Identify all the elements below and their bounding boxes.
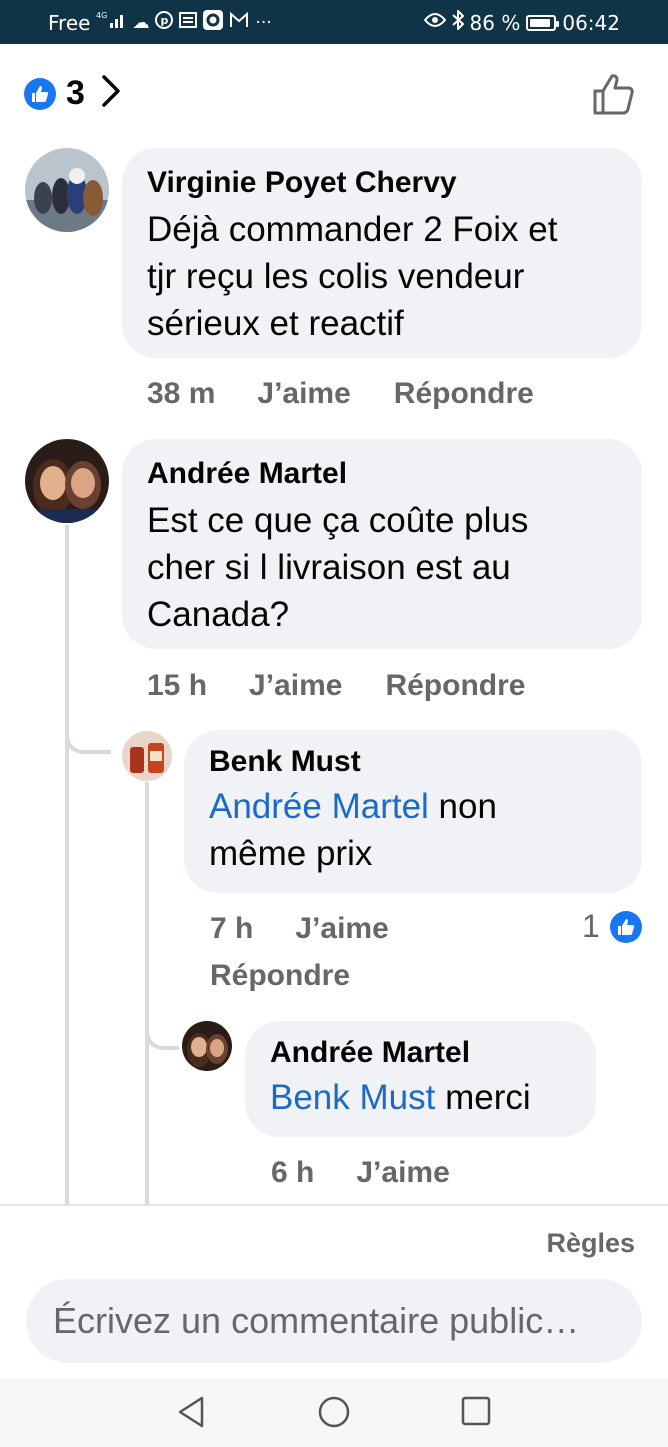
chevron-right-icon[interactable] — [101, 74, 121, 113]
back-icon[interactable] — [176, 1395, 206, 1434]
system-nav-bar — [0, 1378, 668, 1447]
rules-link[interactable]: Règles — [546, 1228, 635, 1259]
comment-input[interactable] — [51, 1299, 625, 1343]
mention-link[interactable]: Benk Must — [270, 1078, 435, 1117]
svg-text:4G: 4G — [96, 11, 107, 20]
clock: 06:42 — [562, 11, 620, 35]
comment-actions: 6 h J’aime — [271, 1156, 450, 1190]
eye-icon — [423, 12, 446, 34]
reply-link[interactable]: Répondre — [394, 377, 534, 411]
comment-text: Andrée Martel non même prix — [209, 787, 497, 873]
comment-composer[interactable] — [26, 1279, 642, 1363]
avatar[interactable] — [25, 439, 109, 523]
home-icon[interactable] — [317, 1395, 351, 1434]
reaction-count: 3 — [66, 74, 85, 112]
like-link[interactable]: J’aime — [249, 669, 342, 703]
comment-actions-wrap: Répondre — [210, 959, 350, 993]
reply-bubble[interactable]: Benk Must Andrée Martel non même prix — [184, 730, 642, 893]
like-button-icon[interactable] — [592, 72, 636, 121]
cloud-icon: ☁ — [132, 13, 150, 33]
like-link[interactable]: J’aime — [356, 1156, 449, 1190]
carrier-label: Free — [48, 11, 91, 35]
more-notifications-icon: ··· — [255, 13, 272, 33]
like-reaction-icon — [609, 910, 642, 943]
bluetooth-icon — [451, 8, 464, 36]
app-icon — [203, 10, 224, 36]
avatar[interactable] — [122, 731, 172, 781]
recent-apps-icon[interactable] — [460, 1395, 492, 1432]
signal-icon: 4G — [96, 10, 126, 36]
comment-author[interactable]: Virginie Poyet Chervy — [147, 166, 617, 200]
comment-text: Déjà commander 2 Foix et tjr reçu les co… — [147, 210, 558, 343]
reply-link[interactable]: Répondre — [385, 669, 525, 703]
comment-actions: 7 h J’aime — [210, 912, 389, 946]
comment-text: Est ce que ça coûte plus cher si l livra… — [147, 501, 529, 634]
thread-line — [65, 525, 69, 1204]
thread-line-nested — [145, 782, 149, 1204]
comment-bubble[interactable]: Virginie Poyet Chervy Déjà commander 2 F… — [122, 148, 642, 358]
comment-author[interactable]: Andrée Martel — [270, 1036, 571, 1070]
comment-time[interactable]: 38 m — [147, 377, 215, 411]
comment-reaction-summary[interactable]: 1 — [582, 908, 642, 945]
comment-time[interactable]: 6 h — [271, 1156, 314, 1190]
pinterest-icon: p — [155, 11, 174, 35]
svg-text:p: p — [161, 14, 169, 27]
reply-bubble[interactable]: Andrée Martel Benk Must merci — [245, 1021, 596, 1137]
reply-link[interactable]: Répondre — [210, 959, 350, 993]
comment-author[interactable]: Andrée Martel — [147, 457, 617, 491]
battery-percent: 86 % — [469, 11, 521, 35]
comment-time[interactable]: 15 h — [147, 669, 207, 703]
mention-link[interactable]: Andrée Martel — [209, 787, 429, 826]
comment-text: Benk Must merci — [270, 1078, 531, 1117]
thread-connector-nested — [145, 1000, 179, 1050]
comment-actions: 15 h J’aime Répondre — [147, 669, 525, 703]
comment-author[interactable]: Benk Must — [209, 745, 617, 779]
like-reaction-icon — [24, 77, 56, 110]
like-link[interactable]: J’aime — [295, 912, 388, 946]
like-link[interactable]: J’aime — [257, 377, 350, 411]
avatar[interactable] — [25, 148, 109, 232]
comment-actions: 38 m J’aime Répondre — [147, 377, 534, 411]
comment-time[interactable]: 7 h — [210, 912, 253, 946]
reactions-summary[interactable]: 3 — [24, 74, 121, 113]
comment-bubble[interactable]: Andrée Martel Est ce que ça coûte plus c… — [122, 439, 642, 649]
divider — [0, 1204, 668, 1206]
thread-connector — [65, 700, 111, 754]
comment-reaction-count: 1 — [582, 908, 600, 944]
battery-icon — [526, 15, 560, 31]
avatar[interactable] — [182, 1021, 232, 1071]
news-icon — [179, 12, 198, 34]
gmail-icon — [229, 11, 249, 34]
status-bar: Free 4G ☁ p ··· 86 % 06:42 — [0, 0, 668, 44]
